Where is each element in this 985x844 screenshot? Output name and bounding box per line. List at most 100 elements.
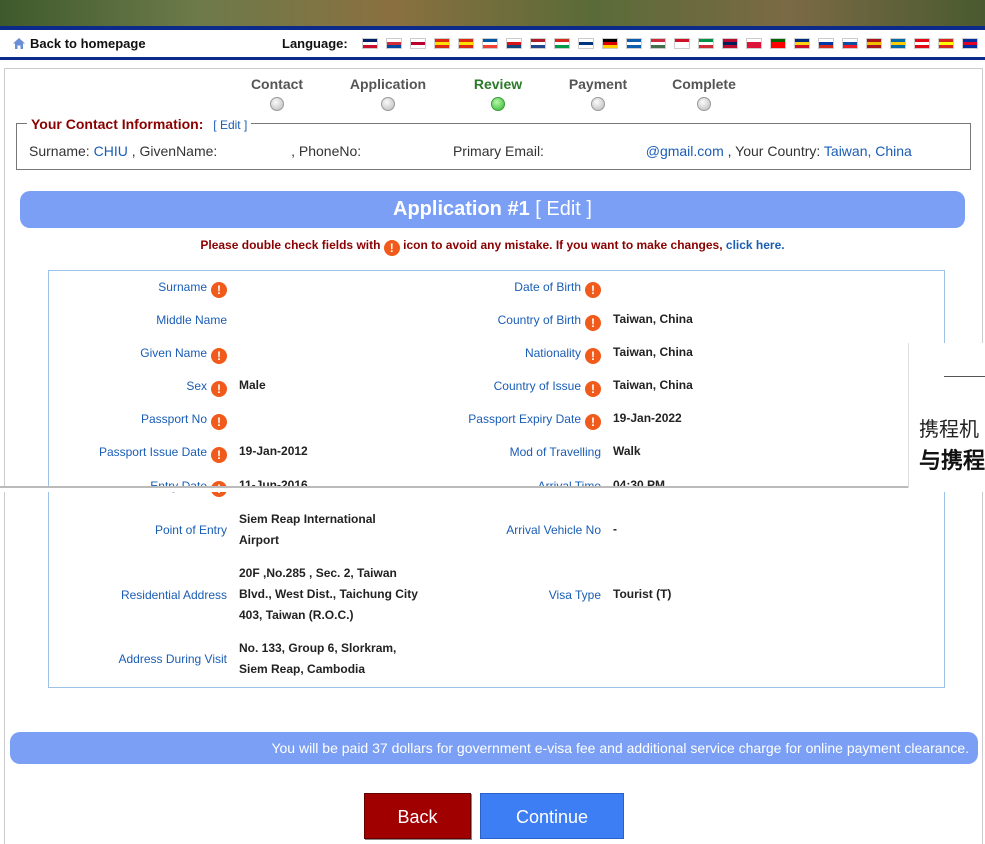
field-label-mod-travelling: Mod of Travelling (509, 445, 601, 459)
country-value: Taiwan, China (823, 143, 912, 159)
step-review: Review (443, 76, 553, 111)
warning-icon: ! (211, 381, 227, 397)
step-payment: Payment (543, 76, 653, 111)
flag-poland-icon[interactable] (746, 38, 762, 49)
flag-portugal-icon[interactable] (770, 38, 786, 49)
ad-text-line2: 与携程 (919, 448, 985, 473)
overlay-divider-mask (0, 488, 985, 492)
notice-text-end: icon to avoid any mistake. If you want t… (403, 238, 723, 252)
flag-turkey-icon[interactable] (914, 38, 930, 49)
flag-spain-icon[interactable] (866, 38, 882, 49)
warning-icon: ! (585, 348, 601, 364)
step-label: Contact (250, 76, 304, 92)
home-icon (12, 37, 26, 50)
step-dot-icon (381, 97, 395, 111)
application-header: Application #1 [ Edit ] (20, 191, 965, 228)
surname-label: Surname: (29, 143, 90, 159)
step-label: Review (473, 76, 523, 92)
back-to-homepage-link[interactable]: Back to homepage (12, 36, 146, 51)
flag-sweden-icon[interactable] (890, 38, 906, 49)
field-label-point-of-entry: Point of Entry (154, 523, 227, 537)
flag-finland-icon[interactable] (578, 38, 594, 49)
country-label: , Your Country: (727, 143, 821, 159)
back-button[interactable]: Back (364, 793, 471, 839)
flag-czech-icon[interactable] (506, 38, 522, 49)
warning-icon: ! (211, 282, 227, 298)
field-label-address-during-visit: Address During Visit (118, 652, 228, 666)
flag-hungary-icon[interactable] (650, 38, 666, 49)
contact-info-box: Your Contact Information: [ Edit ] Surna… (16, 116, 971, 170)
flag-italy-icon[interactable] (698, 38, 714, 49)
warning-icon: ! (383, 240, 400, 256)
warning-icon: ! (211, 348, 227, 364)
flag-romania-icon[interactable] (794, 38, 810, 49)
click-here-link[interactable]: click here. (726, 238, 785, 252)
field-value-sex: Male (239, 378, 266, 392)
contact-edit-link[interactable]: [ Edit ] (213, 118, 247, 132)
step-contact: Contact (222, 76, 332, 111)
notice-text-start: Please double check fields with (200, 238, 381, 252)
flag-norway-icon[interactable] (722, 38, 738, 49)
warning-icon: ! (585, 414, 601, 430)
flag-korea-icon[interactable] (386, 38, 402, 49)
step-dot-icon (270, 97, 284, 111)
flag-greece-icon[interactable] (626, 38, 642, 49)
flag-basque-icon[interactable] (554, 38, 570, 49)
step-label: Application (349, 76, 427, 92)
flag-japan-icon[interactable] (410, 38, 426, 49)
flag-indonesia-icon[interactable] (674, 38, 690, 49)
warning-icon: ! (585, 282, 601, 298)
flag-russia-icon[interactable] (818, 38, 834, 49)
review-notice: Please double check fields with ! icon t… (0, 238, 985, 256)
field-value-residential-address: 20F ,No.285 , Sec. 2, Taiwan Blvd., West… (239, 566, 418, 622)
application-edit-link[interactable]: [ Edit ] (535, 198, 592, 220)
flag-uk-icon[interactable] (362, 38, 378, 49)
top-bar: Back to homepage Language: (0, 30, 985, 60)
flag-netherlands-icon[interactable] (530, 38, 546, 49)
field-value-mod-travelling: Walk (613, 444, 641, 458)
step-dot-active-icon (491, 97, 505, 111)
field-value-nationality: Taiwan, China (613, 345, 693, 359)
field-value-address-during-visit: No. 133, Group 6, Slorkram, Siem Reap, C… (239, 641, 397, 676)
step-application: Application (333, 76, 443, 111)
email-label: Primary Email: (452, 143, 544, 159)
field-label-passport-expiry: Passport Expiry Date! (468, 412, 601, 430)
field-value-arrival-vehicle: - (613, 522, 617, 536)
warning-icon: ! (211, 447, 227, 463)
field-label-sex: Sex! (186, 379, 227, 397)
flag-china-icon[interactable] (434, 38, 450, 49)
flag-vietnam-icon[interactable] (938, 38, 954, 49)
language-flags (362, 38, 978, 49)
continue-button[interactable]: Continue (480, 793, 624, 839)
flag-cambodia-icon[interactable] (962, 38, 978, 49)
field-label-middle-name: Middle Name (156, 313, 227, 327)
ad-popup[interactable]: 携程机 与携程 (908, 343, 985, 488)
payment-notice: You will be paid 37 dollars for governme… (10, 732, 978, 764)
field-label-passport-no: Passport No! (141, 412, 227, 430)
email-value: @gmail.com (645, 143, 724, 159)
field-label-nationality: Nationality! (525, 346, 601, 364)
field-label-visa-type: Visa Type (548, 588, 601, 602)
given-name-label: , GivenName: (131, 143, 218, 159)
warning-icon: ! (585, 381, 601, 397)
field-label-dob: Date of Birth! (514, 280, 601, 298)
warning-icon: ! (585, 315, 601, 331)
field-label-arrival-vehicle: Arrival Vehicle No (506, 523, 601, 537)
warning-icon: ! (211, 414, 227, 430)
field-label-country-issue: Country of Issue! (494, 379, 601, 397)
field-value-passport-expiry: 19-Jan-2022 (613, 411, 682, 425)
field-label-passport-issue: Passport Issue Date! (99, 445, 227, 463)
field-value-point-of-entry: Siem Reap International Airport (239, 512, 376, 547)
flag-france-icon[interactable] (482, 38, 498, 49)
field-label-surname: Surname! (158, 280, 227, 298)
flag-slovakia-icon[interactable] (842, 38, 858, 49)
flag-germany-icon[interactable] (602, 38, 618, 49)
flag-china-traditional-icon[interactable] (458, 38, 474, 49)
language-label: Language: (282, 36, 348, 51)
step-complete: Complete (649, 76, 759, 111)
step-dot-icon (697, 97, 711, 111)
phone-label: , PhoneNo: (291, 143, 362, 159)
field-value-country-issue: Taiwan, China (613, 378, 693, 392)
contact-legend-title: Your Contact Information: (31, 116, 204, 132)
field-label-residential-address: Residential Address (120, 588, 227, 602)
